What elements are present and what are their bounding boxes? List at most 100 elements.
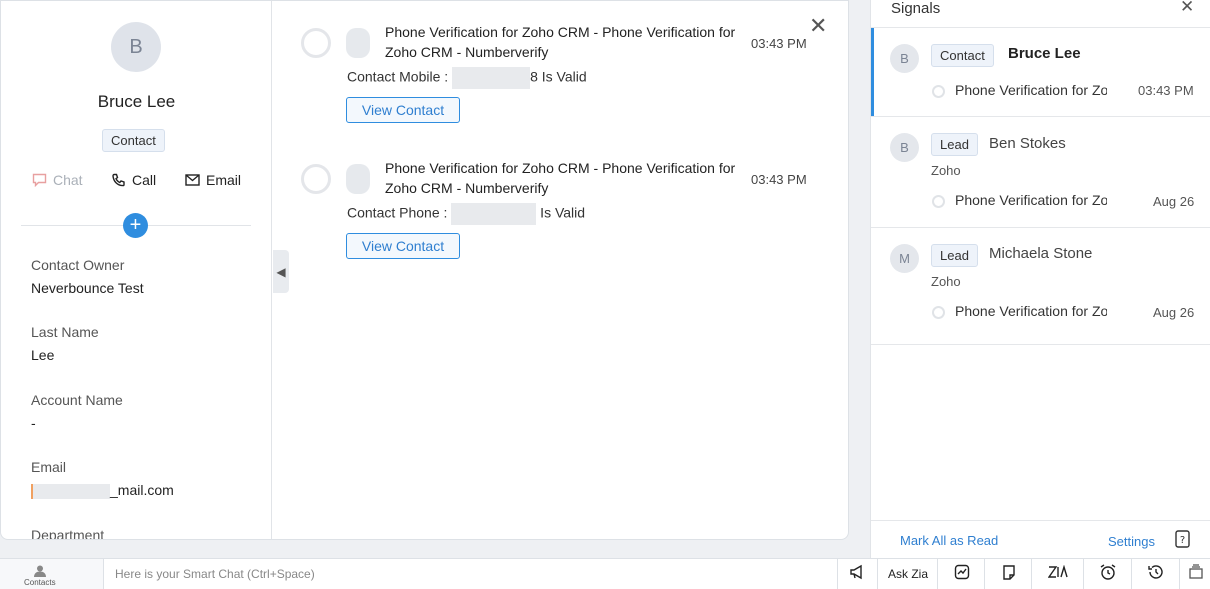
redacted-email-mask (31, 483, 110, 499)
recent-items-button[interactable] (1131, 559, 1180, 589)
notification-body-suffix: Is Valid (536, 204, 586, 221)
contact-name: Bruce Lee (97, 92, 176, 111)
analytics-button[interactable] (937, 559, 985, 589)
announcement-button[interactable] (837, 559, 878, 589)
notification-title: Phone Verification for Zoho CRM - Phone … (385, 24, 736, 60)
field-label-contact-owner: Contact Owner (31, 257, 125, 273)
signal-message: Phone Verification for Zoho CRM (955, 192, 1107, 208)
field-value-last-name: Lee (31, 347, 55, 363)
signal-source-icon (932, 306, 945, 319)
notification-avatar (301, 164, 331, 194)
notification-title: Phone Verification for Zoho CRM - Phone … (385, 160, 736, 196)
signal-type-badge: Lead (931, 244, 978, 267)
field-value-account-name: - (31, 415, 36, 431)
field-value-email[interactable]: _mail.com (31, 482, 174, 499)
smart-chat-input[interactable]: Here is your Smart Chat (Ctrl+Space) (115, 567, 315, 581)
field-label-email: Email (31, 459, 67, 475)
signals-footer: Mark All as Read Settings ? (871, 520, 1210, 559)
note-icon (1001, 564, 1017, 585)
signal-message: Phone Verification for Zoho CRM (955, 82, 1107, 98)
notification-body: Contact Phone : Is Valid (347, 203, 585, 225)
megaphone-icon (849, 564, 867, 585)
ask-zia-button[interactable]: Ask Zia (877, 559, 938, 589)
mail-icon (185, 174, 200, 186)
signal-time: Aug 26 (1153, 305, 1195, 320)
contact-avatar: B (111, 22, 161, 72)
signal-type-label: Lead (931, 244, 978, 267)
contact-type-badge: Contact (102, 129, 165, 152)
zia-button[interactable] (1031, 559, 1084, 589)
contact-detail-panel: B Bruce Lee Contact Chat Call Email + Co… (0, 0, 849, 540)
signal-message: Phone Verification for Zoho CRM (955, 303, 1107, 319)
view-contact-button[interactable]: View Contact (346, 233, 460, 259)
chat-label: Chat (53, 172, 83, 188)
signal-type-badge: Contact (931, 44, 994, 67)
avatar: B (890, 44, 919, 73)
notification-avatar (301, 28, 331, 58)
svg-text:?: ? (1180, 535, 1185, 546)
bottom-toolbar: Contacts Here is your Smart Chat (Ctrl+S… (0, 558, 1210, 589)
contacts-label: Contacts (24, 578, 56, 587)
signal-type-label: Contact (931, 44, 994, 67)
field-value-contact-owner: Neverbounce Test (31, 280, 144, 296)
notes-button[interactable] (984, 559, 1032, 589)
signal-contact-name[interactable]: Michaela Stone (989, 245, 1092, 262)
shortcut-icon[interactable]: ? (1175, 530, 1190, 553)
chat-icon (32, 173, 47, 187)
close-icon[interactable]: ✕ (1180, 0, 1194, 17)
notification-body: Contact Mobile : 8 Is Valid (347, 67, 587, 89)
cards-button[interactable] (1179, 559, 1210, 589)
avatar: M (890, 244, 919, 273)
signals-panel: Signals ✕ B Contact Bruce Lee Phone Veri… (870, 0, 1210, 558)
call-button[interactable]: Call (111, 172, 156, 188)
signal-time: Aug 26 (1153, 194, 1195, 209)
email-label: Email (206, 172, 242, 188)
notification-body-prefix: Contact Phone : (347, 204, 452, 221)
close-icon[interactable]: ✕ (809, 15, 827, 37)
signal-contact-name[interactable]: Bruce Lee (1008, 45, 1081, 62)
collapse-left-icon: ◀ (276, 264, 286, 279)
notification-time: 03:43 PM (751, 172, 807, 187)
call-label: Call (132, 172, 157, 188)
notification-body-partial: 8 (530, 68, 538, 85)
signal-item[interactable]: M Lead Michaela Stone Zoho Phone Verific… (871, 228, 1210, 345)
avatar: B (890, 133, 919, 162)
signal-type-badge: Lead (931, 133, 978, 156)
field-label-account-name: Account Name (31, 392, 123, 408)
field-label-department: Department (31, 527, 105, 540)
signal-item[interactable]: B Contact Bruce Lee Phone Verification f… (871, 28, 1210, 117)
view-contact-button[interactable]: View Contact (346, 97, 460, 123)
add-action-button[interactable]: + (123, 213, 148, 238)
signal-contact-name[interactable]: Ben Stokes (989, 135, 1066, 152)
redacted-number-mask (452, 67, 531, 89)
contact-summary-column: B Bruce Lee Contact Chat Call Email + Co… (1, 1, 272, 540)
settings-link[interactable]: Settings (1108, 534, 1155, 549)
plus-icon: + (129, 214, 142, 236)
email-domain: _mail.com (110, 482, 174, 498)
field-label-last-name: Last Name (31, 324, 99, 340)
alarm-icon (1099, 563, 1117, 586)
history-icon (1147, 563, 1165, 586)
reminders-button[interactable] (1083, 559, 1132, 589)
signal-source-icon (932, 195, 945, 208)
signal-organization: Zoho (931, 274, 961, 289)
redacted-number-mask (451, 203, 537, 225)
chart-icon (954, 564, 970, 585)
chat-button[interactable]: Chat (32, 172, 83, 188)
collapse-panel-toggle[interactable]: ◀ (273, 250, 289, 293)
signal-organization: Zoho (931, 163, 961, 178)
notification-body-suffix: Is Valid (537, 68, 587, 85)
email-button[interactable]: Email (185, 172, 241, 188)
zia-icon (1047, 564, 1068, 584)
notification-body-prefix: Contact Mobile : (347, 68, 453, 85)
signal-time: 03:43 PM (1138, 83, 1194, 98)
contacts-tab[interactable]: Contacts (0, 559, 104, 589)
signal-type-label: Lead (931, 133, 978, 156)
phone-icon (111, 173, 126, 188)
ask-zia-label: Ask Zia (887, 567, 928, 581)
notification-icon-placeholder (346, 28, 370, 58)
signal-item[interactable]: B Lead Ben Stokes Zoho Phone Verificatio… (871, 117, 1210, 228)
mark-all-read-link[interactable]: Mark All as Read (900, 533, 998, 548)
cards-icon (1188, 563, 1204, 585)
contact-type-label: Contact (102, 129, 165, 152)
